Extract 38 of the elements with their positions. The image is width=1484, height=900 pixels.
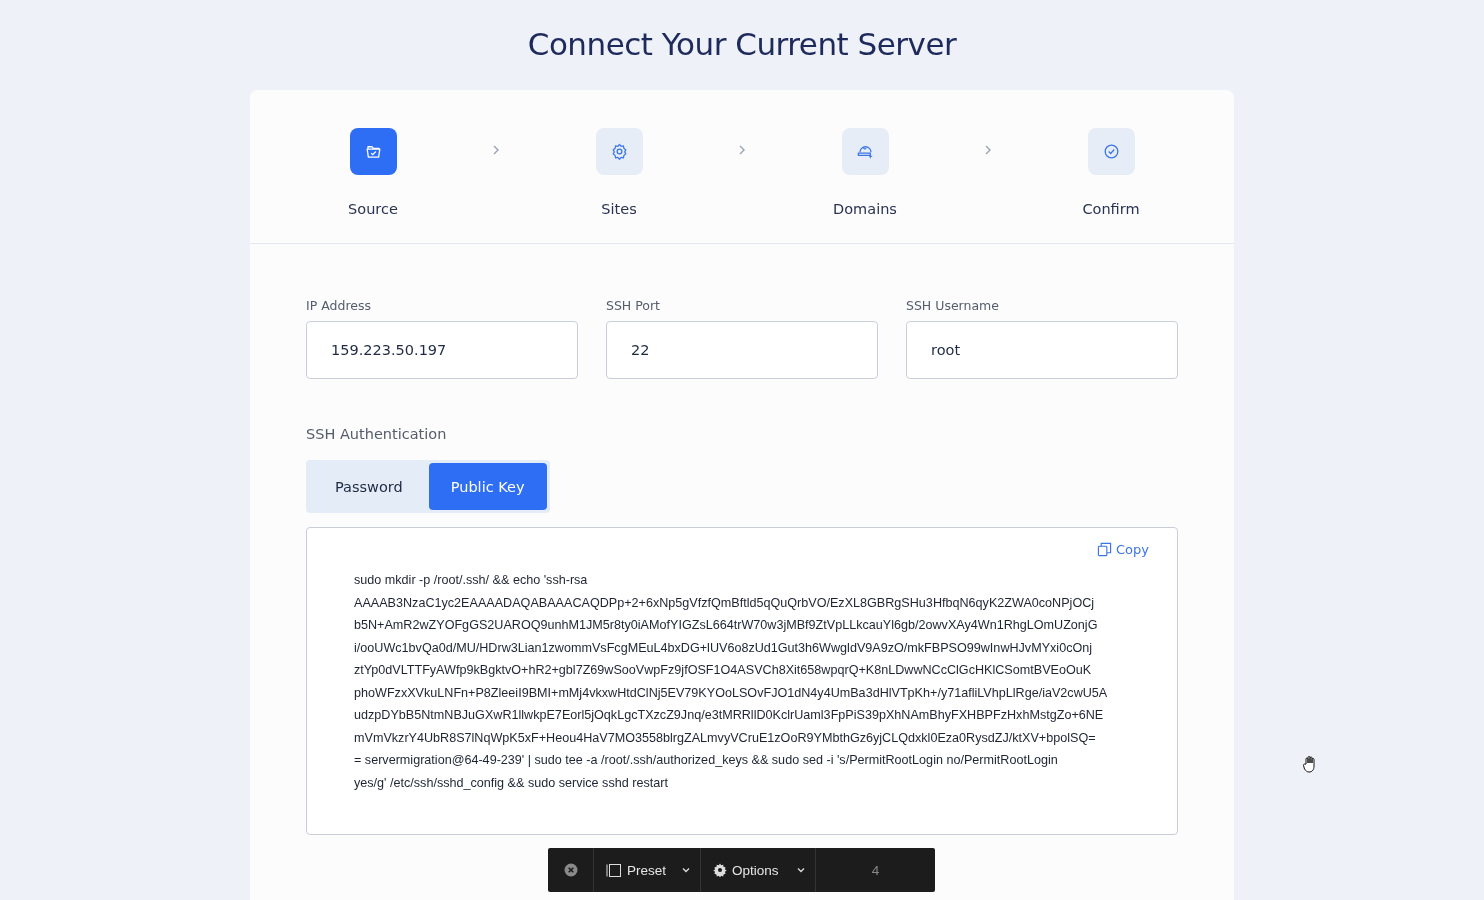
field-label: SSH Username: [906, 298, 1000, 313]
caret-icon: [795, 865, 806, 875]
input-field[interactable]: root: [906, 321, 1178, 379]
copy-button[interactable]: Copy: [1097, 542, 1149, 557]
page-title: Connect Your Current Server: [526, 25, 958, 64]
code-line: = servermigration@64-49-239' | sudo tee -a /root/.ssh/authorized_keys && sudo sed -i 's/PermitRootLogin no/PermitRootLogin: [354, 752, 1059, 769]
auth-option[interactable]: Password: [309, 463, 429, 510]
code-line: udzpDYbB5NtmNBJuGXwR1llwkpE7Eorl5jOqkLgcTXzcZ9Jnq/e3tMRRllD0KclrUaml3FpPiS39pXhNAmBhyFXHBPFzHxhMstgZo+6NE: [354, 707, 1105, 724]
step-button[interactable]: [841, 128, 889, 175]
code-line: mVmVkzrY4UbR8S7lNqWpK5xF+Heou4HaV7MO3558blrgZALmvyVCruE1zOoR9YMbthGz6yjCLQdxkl0Eza0RysdZJ/ktXV+bpolSQ=: [354, 729, 1097, 747]
step-label: Domains: [833, 201, 897, 217]
step-button[interactable]: [595, 128, 643, 175]
code-line: AAAAB3NzaC1yc2EAAAADAQABAAACAQDPp+2+6xNp5gVfzfQmBftld5qQuQrbVO/EzXL8GBRgSHu3HfbqN6qyK2ZWA0coNPjOCj: [354, 594, 1096, 612]
close-icon[interactable]: [563, 863, 578, 877]
code-line: ztYp0dVLTTFyAWfp9kBgktvO+hR2+gbl7Z69wSooVwpFz9jfOSF1O4ASVCh8Xit658wpqrQ+K8nLDwwNCcClGcHKlCSomtBVEoOuK: [354, 662, 1093, 679]
gear-icon: [713, 863, 727, 877]
count-label: 4: [871, 862, 880, 878]
step-button[interactable]: [1087, 128, 1135, 175]
caret-icon: [681, 865, 692, 875]
input-field[interactable]: 159.223.50.197: [306, 321, 578, 379]
step-label: Sites: [601, 201, 637, 217]
input-field[interactable]: 22: [606, 321, 878, 379]
step-button[interactable]: [349, 128, 397, 175]
step-label: Confirm: [1082, 201, 1140, 217]
preset-button[interactable]: Preset: [594, 848, 704, 892]
code-line: b5N+AmR2wZYOFgGS2UAROQ9unhM1JM5r8ty0iAMofYIGZsL664trW70w3jMBf9ZtVpLLkcauYl6gb/2owvXAy4Wn1RhgLOmUZonjG: [354, 617, 1099, 634]
section-label: SSH Authentication: [306, 426, 448, 442]
code-line: yes/g' /etc/ssh/sshd_config && sudo service sshd restart: [354, 774, 669, 792]
copy-icon: [1097, 542, 1112, 557]
code-line: phoWFzxXVkuLNFn+P8ZleeiI9BMI+mMj4vkxwHtdClNj5EV79KYOoLSOvFJO1dN4y4UmBa3dHlVTpKh+/y71afliLVhpLlRge/iaV2cwU5A: [354, 684, 1109, 702]
frame-icon: [606, 862, 622, 878]
options-button[interactable]: Options: [701, 848, 818, 892]
step-label: Source: [348, 201, 398, 217]
code-line: sudo mkdir -p /root/.ssh/ && echo 'ssh-rsa: [354, 572, 589, 589]
auth-option[interactable]: Public Key: [428, 463, 547, 510]
field-label: SSH Port: [606, 298, 662, 313]
code-line: i/ooUWc1bvQa0d/MU/HDrw3Lian1zwommVsFcgMEuL4bxDG+lUV6o8zUd1Gut3h6WwgldV9A9zO/mkFBPSO99wInwHJvMYxi0cOnj: [354, 639, 1094, 657]
field-label: IP Address: [306, 298, 372, 313]
